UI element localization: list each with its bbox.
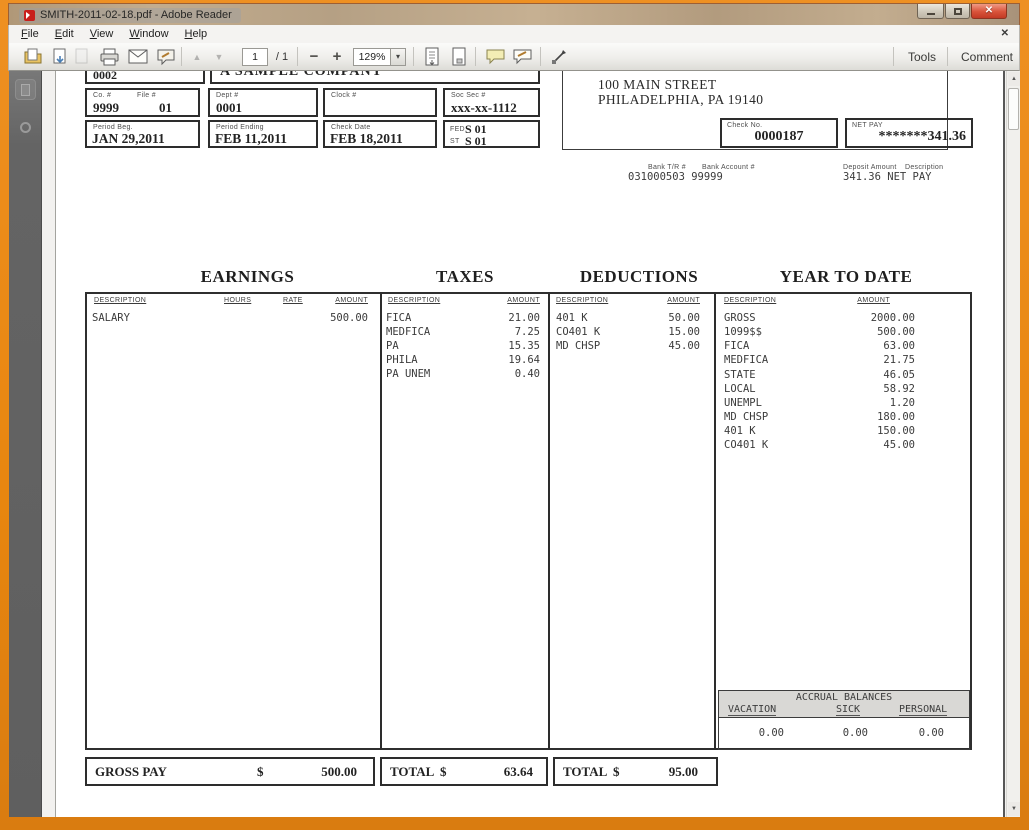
menu-edit[interactable]: Edit [47, 26, 82, 42]
menu-window[interactable]: Window [121, 26, 176, 42]
save-disabled-button [71, 43, 93, 70]
up-arrow-icon: ▲ [193, 52, 202, 62]
toolbar-separator [181, 47, 182, 66]
next-page-button: ▼ [209, 43, 229, 70]
down-arrow-icon: ▼ [1011, 806, 1017, 812]
close-icon: ✕ [985, 6, 993, 16]
maximize-icon [954, 8, 962, 15]
pdf-page [55, 71, 1005, 817]
menu-bar: File Edit View Window Help ✕ [8, 25, 1020, 43]
page-count-label: / 1 [270, 43, 294, 70]
attachments-button[interactable] [15, 117, 36, 138]
navigation-pane [9, 71, 42, 817]
scrollbar-thumb[interactable] [1008, 88, 1019, 130]
zoom-dropdown-button[interactable]: ▾ [391, 43, 406, 70]
page-number-input[interactable] [242, 48, 268, 66]
previous-page-button: ▲ [187, 43, 207, 70]
page-thumbnails-icon [21, 84, 30, 96]
scroll-up-button[interactable]: ▲ [1008, 72, 1020, 86]
toolbar-separator [297, 47, 298, 66]
save-button[interactable] [48, 43, 72, 70]
toolbar-separator [893, 47, 894, 66]
desktop: SMITH-2011-02-18.pdf - Adobe Reader ✕ Fi… [0, 0, 1029, 830]
minus-icon: − [310, 48, 319, 65]
minimize-icon [927, 13, 935, 15]
menu-help[interactable]: Help [177, 26, 216, 42]
zoom-level-field-wrap [353, 43, 391, 70]
title-bar[interactable]: SMITH-2011-02-18.pdf - Adobe Reader ✕ [8, 3, 1020, 25]
menu-file[interactable]: File [13, 26, 47, 42]
window-title-area: SMITH-2011-02-18.pdf - Adobe Reader [19, 8, 241, 23]
toolbar-separator [475, 47, 476, 66]
open-file-button[interactable] [21, 43, 45, 70]
menubar-close-icon[interactable]: ✕ [1001, 28, 1009, 39]
down-arrow-icon: ▼ [215, 52, 224, 62]
zoom-level-input[interactable] [353, 48, 391, 66]
toolbar-separator [947, 47, 948, 66]
minimize-button[interactable] [917, 4, 944, 19]
sign-button[interactable] [153, 43, 179, 70]
page-thumbnails-button[interactable] [15, 79, 36, 100]
zoom-in-button[interactable]: + [326, 43, 348, 70]
email-button[interactable] [125, 43, 151, 70]
print-button[interactable] [96, 43, 122, 70]
comment-button[interactable]: Comment [955, 43, 1019, 70]
adobe-reader-icon [24, 10, 35, 21]
tools-button[interactable]: Tools [901, 43, 943, 70]
maximize-button[interactable] [945, 4, 970, 19]
selection-tool-button[interactable] [546, 43, 572, 70]
toolbar-separator [540, 47, 541, 66]
toolbar: ▲ ▼ / 1 − + ▾ Tools [8, 43, 1020, 71]
menu-view[interactable]: View [82, 26, 122, 42]
attachments-icon [20, 122, 31, 133]
chevron-down-icon: ▾ [391, 48, 406, 66]
window-controls: ✕ [917, 4, 1007, 19]
highlight-comment-button[interactable] [509, 43, 535, 70]
zoom-out-button[interactable]: − [303, 43, 325, 70]
scroll-down-button[interactable]: ▼ [1008, 802, 1020, 816]
up-arrow-icon: ▲ [1011, 76, 1017, 82]
toolbar-separator [413, 47, 414, 66]
close-button[interactable]: ✕ [971, 4, 1007, 19]
page-number-field-wrap [241, 43, 269, 70]
plus-icon: + [333, 48, 342, 65]
vertical-scrollbar[interactable]: ▲ ▼ [1006, 71, 1020, 817]
scrolling-mode-button[interactable] [419, 43, 444, 70]
window-title: SMITH-2011-02-18.pdf - Adobe Reader [40, 9, 232, 21]
sticky-note-button[interactable] [482, 43, 508, 70]
single-page-mode-button[interactable] [446, 43, 471, 70]
